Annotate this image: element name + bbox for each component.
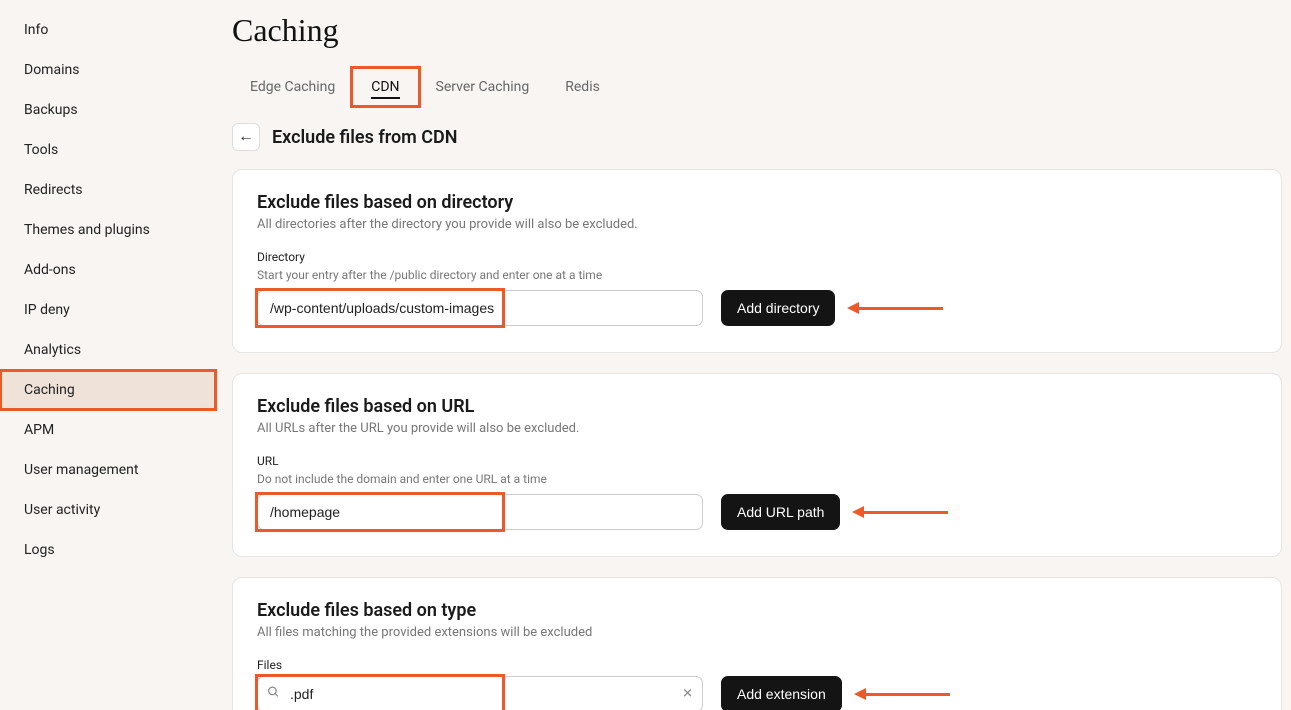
files-input[interactable]: [257, 676, 703, 710]
add-url-button[interactable]: Add URL path: [721, 494, 840, 530]
sidebar-item-label: User management: [24, 462, 138, 478]
tabs: Edge Caching CDN Server Caching Redis: [232, 69, 1283, 105]
sidebar-item-addons[interactable]: Add-ons: [0, 250, 216, 290]
sidebar-item-logs[interactable]: Logs: [0, 530, 216, 570]
sidebar-item-user-management[interactable]: User management: [0, 450, 216, 490]
add-directory-button[interactable]: Add directory: [721, 290, 835, 326]
sidebar-item-info[interactable]: Info: [0, 10, 216, 50]
arrow-left-icon: ←: [238, 128, 254, 146]
sidebar-item-label: Analytics: [24, 342, 81, 358]
arrow-line: [859, 307, 943, 310]
tab-edge-caching[interactable]: Edge Caching: [232, 69, 353, 105]
sidebar-item-label: APM: [24, 422, 54, 438]
sidebar-item-redirects[interactable]: Redirects: [0, 170, 216, 210]
back-button[interactable]: ←: [232, 123, 260, 151]
arrow-line: [864, 511, 948, 514]
sub-title: Exclude files from CDN: [272, 127, 457, 148]
sidebar-item-label: User activity: [24, 502, 100, 518]
sidebar-item-user-activity[interactable]: User activity: [0, 490, 216, 530]
tab-cdn[interactable]: CDN: [353, 69, 417, 105]
sidebar-item-label: Domains: [24, 62, 79, 78]
tab-label: Edge Caching: [250, 79, 335, 95]
annotation-arrow: [847, 302, 943, 314]
arrow-line: [866, 693, 950, 696]
card-exclude-url: Exclude files based on URL All URLs afte…: [232, 373, 1282, 557]
sidebar-item-backups[interactable]: Backups: [0, 90, 216, 130]
directory-input[interactable]: [257, 290, 703, 326]
field-label: URL: [257, 454, 1257, 468]
sidebar-item-label: Redirects: [24, 182, 83, 198]
sidebar-item-label: Info: [24, 22, 48, 38]
card-desc: All URLs after the URL you provide will …: [257, 421, 1257, 436]
field-label: Directory: [257, 250, 1257, 264]
sub-header: ← Exclude files from CDN: [232, 123, 1283, 151]
sidebar-item-domains[interactable]: Domains: [0, 50, 216, 90]
annotation-arrow: [854, 688, 950, 700]
sidebar-item-themes-plugins[interactable]: Themes and plugins: [0, 210, 216, 250]
arrow-head-icon: [854, 688, 866, 700]
tab-label: Server Caching: [436, 79, 530, 95]
tab-label: Redis: [565, 79, 600, 95]
sidebar-item-ipdeny[interactable]: IP deny: [0, 290, 216, 330]
sidebar-item-label: Caching: [24, 382, 75, 398]
sidebar-item-apm[interactable]: APM: [0, 410, 216, 450]
annotation-arrow: [852, 506, 948, 518]
tab-server-caching[interactable]: Server Caching: [418, 69, 548, 105]
arrow-head-icon: [847, 302, 859, 314]
field-hint: Do not include the domain and enter one …: [257, 472, 1257, 486]
sidebar-item-analytics[interactable]: Analytics: [0, 330, 216, 370]
sidebar: Info Domains Backups Tools Redirects The…: [0, 0, 216, 710]
card-exclude-directory: Exclude files based on directory All dir…: [232, 169, 1282, 353]
clear-icon[interactable]: ✕: [682, 687, 693, 702]
sidebar-item-label: IP deny: [24, 302, 70, 318]
tab-redis[interactable]: Redis: [547, 69, 618, 105]
card-desc: All directories after the directory you …: [257, 217, 1257, 232]
field-label: Files: [257, 658, 1257, 672]
card-exclude-type: Exclude files based on type All files ma…: [232, 577, 1282, 710]
main-content: Caching Edge Caching CDN Server Caching …: [216, 0, 1291, 710]
add-extension-button[interactable]: Add extension: [721, 676, 842, 710]
sidebar-item-label: Backups: [24, 102, 78, 118]
field-hint: Start your entry after the /public direc…: [257, 268, 1257, 282]
sidebar-item-label: Add-ons: [24, 262, 76, 278]
sidebar-item-label: Logs: [24, 542, 55, 558]
sidebar-item-caching[interactable]: Caching: [0, 370, 216, 410]
url-input[interactable]: [257, 494, 703, 530]
sidebar-item-label: Themes and plugins: [24, 222, 150, 238]
card-title: Exclude files based on type: [257, 600, 1257, 621]
card-title: Exclude files based on directory: [257, 192, 1257, 213]
card-title: Exclude files based on URL: [257, 396, 1257, 417]
card-desc: All files matching the provided extensio…: [257, 625, 1257, 640]
sidebar-item-tools[interactable]: Tools: [0, 130, 216, 170]
arrow-head-icon: [852, 506, 864, 518]
page-title: Caching: [232, 12, 1283, 49]
tab-label: CDN: [371, 79, 399, 95]
sidebar-item-label: Tools: [24, 142, 58, 158]
